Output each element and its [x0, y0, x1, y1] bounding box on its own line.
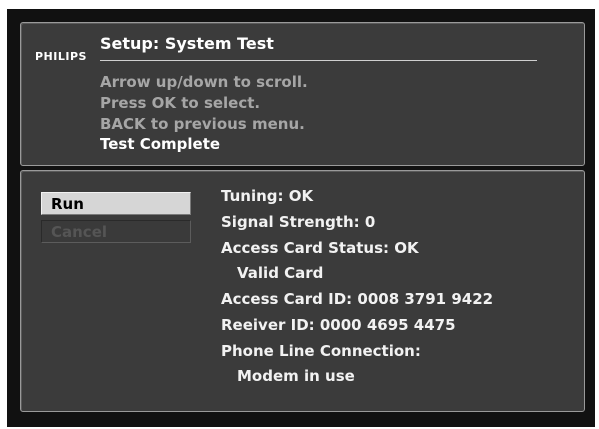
- tv-screen: PHILIPS Setup: System Test Arrow up/down…: [7, 9, 595, 427]
- page-title: Setup: System Test: [100, 34, 274, 53]
- access-card-id-result: Access Card ID: 0008 3791 9422: [221, 290, 494, 308]
- receiver-id-result: Reeiver ID: 0000 4695 4475: [221, 316, 456, 334]
- phone-line-label: Phone Line Connection:: [221, 342, 421, 360]
- title-divider: [100, 60, 537, 61]
- test-panel: Run Cancel Tuning: OK Signal Strength: 0…: [20, 170, 585, 412]
- phone-line-value: Modem in use: [237, 367, 355, 385]
- cancel-button[interactable]: Cancel: [41, 220, 191, 243]
- instruction-scroll: Arrow up/down to scroll.: [100, 73, 308, 91]
- instruction-select: Press OK to select.: [100, 94, 261, 112]
- header-panel: PHILIPS Setup: System Test Arrow up/down…: [20, 22, 585, 166]
- test-status-message: Test Complete: [100, 135, 221, 153]
- signal-strength-result: Signal Strength: 0: [221, 213, 376, 231]
- access-card-status-result: Access Card Status: OK: [221, 239, 419, 257]
- philips-logo: PHILIPS: [35, 50, 87, 63]
- tuning-result: Tuning: OK: [221, 187, 314, 205]
- instruction-back: BACK to previous menu.: [100, 115, 305, 133]
- run-button[interactable]: Run: [41, 192, 191, 215]
- card-validity-result: Valid Card: [237, 264, 324, 282]
